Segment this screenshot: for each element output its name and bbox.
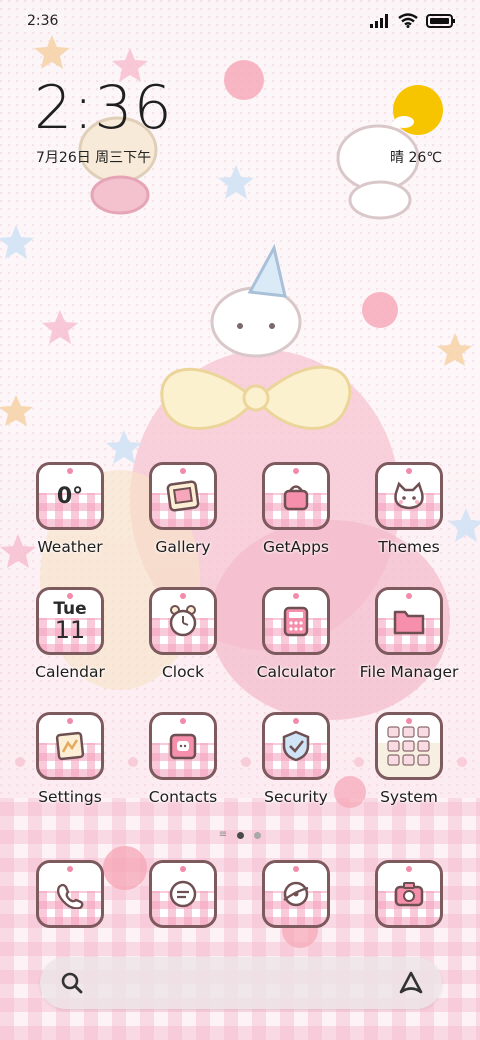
signal-icon (370, 13, 388, 28)
app-contacts[interactable]: Contacts (127, 712, 239, 806)
security-app-icon (262, 712, 330, 780)
calculator-app-icon (262, 587, 330, 655)
app-label: Calendar (35, 663, 105, 681)
app-label: Themes (378, 538, 440, 556)
dock-messages[interactable] (127, 860, 239, 928)
assistant-icon[interactable] (398, 970, 424, 996)
app-calculator[interactable]: Calculator (240, 587, 352, 681)
contacts-app-icon (149, 712, 217, 780)
app-security[interactable]: Security (240, 712, 352, 806)
alarm-clock-icon (169, 605, 197, 637)
battery-icon (426, 13, 455, 28)
status-icons (370, 13, 456, 28)
app-label: System (380, 788, 438, 806)
app-getapps[interactable]: GetApps (240, 462, 352, 556)
wifi-icon (398, 13, 418, 28)
app-settings[interactable]: Settings (14, 712, 126, 806)
app-label: File Manager (359, 663, 459, 681)
app-label: Settings (38, 788, 102, 806)
chat-bubble-icon (169, 880, 197, 908)
system-folder-icon (375, 712, 443, 780)
app-clock[interactable]: Clock (127, 587, 239, 681)
calculator-icon (283, 606, 309, 637)
clock-widget-weather[interactable]: 晴 26℃ (390, 147, 442, 167)
folder-grid-icon (387, 726, 430, 766)
app-file-manager[interactable]: File Manager (353, 587, 465, 681)
weather-temp: 0° (56, 483, 84, 509)
app-label: Calculator (256, 663, 336, 681)
file-manager-app-icon (375, 587, 443, 655)
camera-icon (394, 882, 424, 907)
sunny-weather-icon[interactable] (392, 84, 444, 136)
photo-icon (166, 480, 200, 512)
messages-app-icon (149, 860, 217, 928)
phone-handset-icon (56, 883, 84, 909)
dock-browser[interactable] (240, 860, 352, 928)
clock-widget-date[interactable]: 7月26日 周三下午 (36, 147, 151, 167)
app-themes[interactable]: Themes (353, 462, 465, 556)
dock-camera[interactable] (353, 860, 465, 928)
app-label: GetApps (263, 538, 329, 556)
getapps-app-icon (262, 462, 330, 530)
clock-widget-time[interactable]: 2:36 (34, 78, 173, 138)
search-bar[interactable] (40, 957, 442, 1009)
settings-app-icon (36, 712, 104, 780)
app-label: Clock (161, 663, 205, 681)
app-label: Gallery (155, 538, 211, 556)
app-gallery[interactable]: Gallery (127, 462, 239, 556)
page-dot[interactable] (254, 831, 262, 839)
camera-app-icon (375, 860, 443, 928)
themes-app-icon (375, 462, 443, 530)
app-system-folder[interactable]: System (353, 712, 465, 806)
dock-phone[interactable] (14, 860, 126, 928)
app-label: Security (264, 788, 328, 806)
calendar-app-icon: Tue 11 (36, 587, 104, 655)
app-label: Contacts (148, 788, 218, 806)
planet-browser-icon (283, 881, 309, 907)
status-time: 2:36 (27, 13, 59, 29)
cat-face-icon (394, 481, 424, 510)
page-dot-active[interactable] (237, 831, 245, 839)
app-label: Weather (37, 538, 103, 556)
page-indicator[interactable]: ≡ (0, 830, 480, 840)
page-list-icon[interactable]: ≡ (219, 830, 227, 840)
clock-app-icon (149, 587, 217, 655)
gallery-app-icon (149, 462, 217, 530)
browser-app-icon (262, 860, 330, 928)
shopping-bag-icon (283, 485, 309, 511)
settings-icon (55, 731, 85, 761)
app-calendar[interactable]: Tue 11 Calendar (14, 587, 126, 681)
calendar-weekday: Tue (53, 598, 87, 619)
app-weather[interactable]: 0° Weather (14, 462, 126, 556)
search-icon[interactable] (60, 971, 84, 995)
status-bar: 2:36 (0, 0, 480, 40)
folder-icon (393, 610, 425, 635)
phone-app-icon (36, 860, 104, 928)
contact-card-icon (169, 733, 197, 760)
calendar-date: 11 (54, 615, 86, 644)
shield-icon (282, 730, 310, 762)
weather-app-icon: 0° (36, 462, 104, 530)
